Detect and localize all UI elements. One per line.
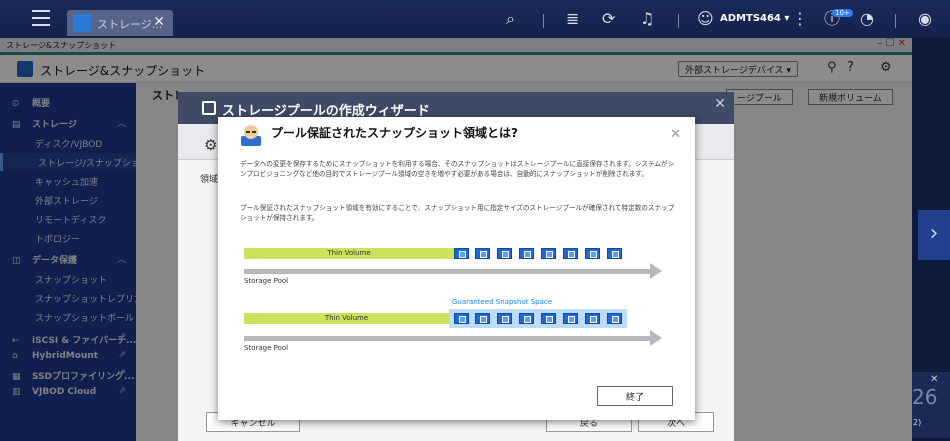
widget-text: 2) bbox=[913, 418, 922, 427]
arrow-head bbox=[650, 263, 662, 279]
window-icon bbox=[202, 101, 216, 115]
dialog-description: データへの変更を保存するためにスナップショットを利用する場合、そのスナップショッ… bbox=[240, 160, 675, 178]
snapshot-block bbox=[497, 313, 512, 324]
dialog-title: プール保証されたスナップショット領域とは? bbox=[271, 126, 518, 140]
dialog-description-2: プール保証されたスナップショット領域を有効にすることで、スナップショット用に指定… bbox=[240, 204, 675, 222]
snapshot-block bbox=[563, 248, 578, 259]
storage-pool-label: Storage Pool bbox=[244, 277, 289, 285]
sync-icon[interactable]: ⟳ bbox=[602, 10, 615, 28]
snapshot-block bbox=[475, 248, 490, 259]
user-menu[interactable]: ADMTS464 ▾ bbox=[720, 13, 789, 24]
thin-volume-bar: Thin Volume bbox=[244, 313, 449, 324]
snapshot-blocks bbox=[454, 248, 624, 259]
divider bbox=[543, 14, 544, 28]
bell-icon[interactable]: ♫ bbox=[640, 10, 654, 28]
snapshot-block bbox=[607, 313, 622, 324]
snapshot-block bbox=[585, 313, 600, 324]
close-icon[interactable]: ✕ bbox=[930, 374, 938, 385]
storage-app-icon bbox=[73, 14, 91, 32]
divider bbox=[895, 14, 896, 28]
snapshot-info-dialog: プール保証されたスナップショット領域とは? ✕ データへの変更を保存するためにス… bbox=[218, 117, 695, 420]
info-character-icon bbox=[241, 124, 261, 146]
snapshot-block bbox=[541, 313, 556, 324]
snapshot-block bbox=[563, 313, 578, 324]
main-menu-icon[interactable] bbox=[32, 10, 50, 26]
search-icon[interactable]: ⌕ bbox=[506, 10, 515, 28]
finish-button[interactable]: 終了 bbox=[597, 386, 673, 406]
wizard-field-label: 領域 bbox=[200, 175, 219, 185]
snapshot-block bbox=[454, 313, 469, 324]
gear-icon: ⚙ bbox=[204, 136, 218, 154]
notification-badge: 10+ bbox=[832, 9, 853, 17]
storage-pool-label: Storage Pool bbox=[244, 344, 289, 352]
close-tab-icon[interactable]: ✕ bbox=[153, 14, 165, 30]
system-taskbar: ストレージ... ✕ ⌕ ≣ ⟳ ♫ ☺ ADMTS464 ▾ ⋮ ⓘ 10+ … bbox=[0, 0, 950, 38]
snapshot-block bbox=[607, 248, 622, 259]
storage-pool-arrow bbox=[244, 336, 652, 341]
storage-pool-arrow bbox=[244, 269, 652, 274]
arrow-head bbox=[650, 330, 662, 346]
tasks-icon[interactable]: ≣ bbox=[566, 10, 579, 28]
taskbar-tab-storage[interactable]: ストレージ... ✕ bbox=[67, 10, 173, 36]
more-options-icon[interactable]: ⋮ bbox=[792, 10, 808, 28]
divider bbox=[678, 14, 679, 28]
thin-volume-bar: Thin Volume bbox=[244, 248, 454, 259]
snapshot-block bbox=[541, 248, 556, 259]
snapshot-block bbox=[454, 248, 469, 259]
next-page-arrow[interactable]: › bbox=[918, 210, 950, 260]
snapshot-block bbox=[519, 313, 534, 324]
close-icon[interactable]: ✕ bbox=[670, 127, 681, 142]
snapshot-block bbox=[585, 248, 600, 259]
profile-icon[interactable]: ◉ bbox=[918, 10, 932, 28]
dashboard-icon[interactable]: ◔ bbox=[860, 10, 874, 28]
snapshot-block bbox=[497, 248, 512, 259]
user-icon[interactable]: ☺ bbox=[697, 10, 714, 28]
snapshot-block bbox=[519, 248, 534, 259]
close-icon[interactable]: ✕ bbox=[714, 96, 726, 112]
snapshot-blocks bbox=[454, 313, 624, 324]
snapshot-block bbox=[475, 313, 490, 324]
widget-number: 26 bbox=[912, 385, 938, 409]
guaranteed-snapshot-label: Guaranteed Snapshot Space bbox=[452, 298, 553, 306]
